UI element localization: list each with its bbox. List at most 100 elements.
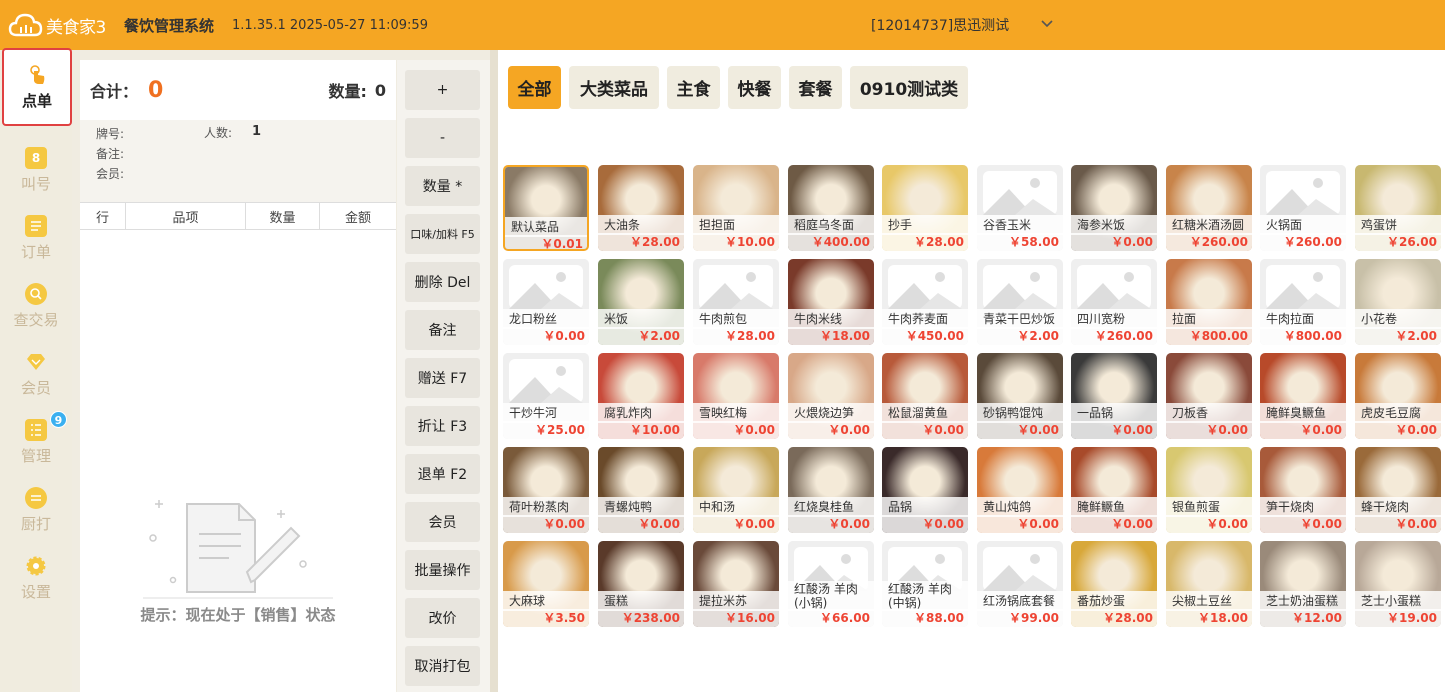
dish-tile[interactable]: 腌鲜鳜鱼 ￥0.00 <box>1071 447 1157 533</box>
dish-tile[interactable]: 品锅 ￥0.00 <box>882 447 968 533</box>
dish-tile[interactable]: 黄山炖鸽 ￥0.00 <box>977 447 1063 533</box>
dish-tile[interactable]: 笋干烧肉 ￥0.00 <box>1260 447 1346 533</box>
dish-tile[interactable]: 干炒牛河 ￥25.00 <box>503 353 589 439</box>
dish-name: 芝士小蛋糕 <box>1355 591 1441 611</box>
remark-button[interactable]: 备注 <box>405 310 480 350</box>
category-set-meal[interactable]: 套餐 <box>789 66 842 109</box>
discount-button[interactable]: 折让 F3 <box>405 406 480 446</box>
dish-tile[interactable]: 谷香玉米 ￥58.00 <box>977 165 1063 251</box>
dish-name: 牛肉煎包 <box>693 309 779 329</box>
dish-tile[interactable]: 一品锅 ￥0.00 <box>1071 353 1157 439</box>
dish-tile[interactable]: 默认菜品 ￥0.01 <box>503 165 589 251</box>
dish-tile[interactable]: 火煨烧边笋 ￥0.00 <box>788 353 874 439</box>
sidebar-item-member[interactable]: 会员 <box>0 340 72 408</box>
dish-tile[interactable]: 红酸汤 羊肉(小锅) ￥66.00 <box>788 541 874 627</box>
dish-price: ￥66.00 <box>820 611 870 625</box>
dish-tile[interactable]: 腐乳炸肉 ￥10.00 <box>598 353 684 439</box>
dish-price: ￥58.00 <box>1009 235 1059 249</box>
dish-price: ￥0.00 <box>1111 235 1153 249</box>
dish-tile[interactable]: 青菜干巴炒饭 ￥2.00 <box>977 259 1063 345</box>
dish-tile[interactable]: 海参米饭 ￥0.00 <box>1071 165 1157 251</box>
dish-tile[interactable]: 松鼠溜黄鱼 ￥0.00 <box>882 353 968 439</box>
dish-name: 谷香玉米 <box>977 215 1063 235</box>
dish-tile[interactable]: 提拉米苏 ￥16.00 <box>693 541 779 627</box>
sidebar-item-orders[interactable]: 订单 <box>0 204 72 272</box>
dish-name: 大油条 <box>598 215 684 235</box>
flavor-button[interactable]: 口味/加料 F5 <box>405 214 480 254</box>
category-fast-food[interactable]: 快餐 <box>728 66 781 109</box>
dish-name: 青菜干巴炒饭 <box>977 309 1063 329</box>
dish-tile[interactable]: 腌鲜臭鳜鱼 ￥0.00 <box>1260 353 1346 439</box>
sidebar-item-settings[interactable]: 设置 <box>0 544 72 612</box>
empty-state: 提示：现在处于【销售】状态 <box>80 480 396 625</box>
dish-tile[interactable]: 银鱼煎蛋 ￥0.00 <box>1166 447 1252 533</box>
dish-tile[interactable]: 芝士小蛋糕 ￥19.00 <box>1355 541 1441 627</box>
change-price-button[interactable]: 改价 <box>405 598 480 638</box>
dish-name: 红酸汤 羊肉(小锅) <box>788 581 874 611</box>
dish-tile[interactable]: 中和汤 ￥0.00 <box>693 447 779 533</box>
dish-tile[interactable]: 火锅面 ￥260.00 <box>1260 165 1346 251</box>
dish-name: 红烧臭桂鱼 <box>788 497 874 517</box>
diamond-icon <box>25 351 47 373</box>
sidebar-item-transactions[interactable]: 查交易 <box>0 272 72 340</box>
dish-tile[interactable]: 稻庭乌冬面 ￥400.00 <box>788 165 874 251</box>
dish-tile[interactable]: 红糖米酒汤圆 ￥260.00 <box>1166 165 1252 251</box>
category-main-dishes[interactable]: 大类菜品 <box>569 66 659 109</box>
sidebar-item-order[interactable]: 点单 <box>2 48 72 126</box>
dish-tile[interactable]: 鸡蛋饼 ￥26.00 <box>1355 165 1441 251</box>
dish-tile[interactable]: 刀板香 ￥0.00 <box>1166 353 1252 439</box>
category-staple[interactable]: 主食 <box>667 66 720 109</box>
dish-name: 笋干烧肉 <box>1260 497 1346 517</box>
dish-name: 四川宽粉 <box>1071 309 1157 329</box>
dish-tile[interactable]: 大麻球 ￥3.50 <box>503 541 589 627</box>
sidebar-item-call[interactable]: 8 叫号 <box>0 136 72 204</box>
dish-name: 抄手 <box>882 215 968 235</box>
chevron-down-icon[interactable] <box>1040 17 1054 31</box>
delete-button[interactable]: 删除 Del <box>405 262 480 302</box>
dish-tile[interactable]: 大油条 ￥28.00 <box>598 165 684 251</box>
dish-tile[interactable]: 红汤锅底套餐 ￥99.00 <box>977 541 1063 627</box>
dish-tile[interactable]: 红烧臭桂鱼 ￥0.00 <box>788 447 874 533</box>
dish-tile[interactable]: 青螺炖鸭 ￥0.00 <box>598 447 684 533</box>
dish-tile[interactable]: 抄手 ￥28.00 <box>882 165 968 251</box>
kitchen-count-badge: 9 <box>50 411 67 428</box>
category-all[interactable]: 全部 <box>508 66 561 109</box>
dish-tile[interactable]: 荷叶粉蒸肉 ￥0.00 <box>503 447 589 533</box>
dish-tile[interactable]: 虎皮毛豆腐 ￥0.00 <box>1355 353 1441 439</box>
dish-tile[interactable]: 蜂干烧肉 ￥0.00 <box>1355 447 1441 533</box>
people-value[interactable]: 1 <box>252 124 261 139</box>
gift-button[interactable]: 赠送 F7 <box>405 358 480 398</box>
dish-price: ￥0.00 <box>922 423 964 437</box>
sidebar-item-kitchen-print[interactable]: 厨打 <box>0 476 72 544</box>
dish-tile[interactable]: 雪映红梅 ￥0.00 <box>693 353 779 439</box>
dish-tile[interactable]: 牛肉米线 ￥18.00 <box>788 259 874 345</box>
dish-tile[interactable]: 芝士奶油蛋糕 ￥12.00 <box>1260 541 1346 627</box>
batch-button[interactable]: 批量操作 <box>405 550 480 590</box>
dish-tile[interactable]: 蛋糕 ￥238.00 <box>598 541 684 627</box>
dish-tile[interactable]: 担担面 ￥10.00 <box>693 165 779 251</box>
dish-name: 尖椒土豆丝 <box>1166 591 1252 611</box>
dish-tile[interactable]: 牛肉煎包 ￥28.00 <box>693 259 779 345</box>
quantity-button[interactable]: 数量 * <box>405 166 480 206</box>
dish-tile[interactable]: 四川宽粉 ￥260.00 <box>1071 259 1157 345</box>
dish-tile[interactable]: 尖椒土豆丝 ￥18.00 <box>1166 541 1252 627</box>
dish-tile[interactable]: 番茄炒蛋 ￥28.00 <box>1071 541 1157 627</box>
member-button[interactable]: 会员 <box>405 502 480 542</box>
store-selector[interactable]: [12014737]思迅测试 <box>871 15 1009 35</box>
increase-button[interactable]: + <box>405 70 480 110</box>
category-test[interactable]: 0910测试类 <box>850 66 968 109</box>
dish-name: 牛肉米线 <box>788 309 874 329</box>
dish-tile[interactable]: 小花卷 ￥2.00 <box>1355 259 1441 345</box>
dish-tile[interactable]: 牛肉荞麦面 ￥450.00 <box>882 259 968 345</box>
dish-price: ￥28.00 <box>630 235 680 249</box>
dish-price: ￥0.00 <box>638 517 680 531</box>
refund-button[interactable]: 退单 F2 <box>405 454 480 494</box>
cancel-pack-button[interactable]: 取消打包 <box>405 646 480 686</box>
dish-tile[interactable]: 砂锅鸭馄饨 ￥0.00 <box>977 353 1063 439</box>
decrease-button[interactable]: - <box>405 118 480 158</box>
dish-tile[interactable]: 拉面 ￥800.00 <box>1166 259 1252 345</box>
dish-tile[interactable]: 米饭 ￥2.00 <box>598 259 684 345</box>
dish-tile[interactable]: 牛肉拉面 ￥800.00 <box>1260 259 1346 345</box>
dish-tile[interactable]: 红酸汤 羊肉(中锅) ￥88.00 <box>882 541 968 627</box>
dish-tile[interactable]: 龙口粉丝 ￥0.00 <box>503 259 589 345</box>
